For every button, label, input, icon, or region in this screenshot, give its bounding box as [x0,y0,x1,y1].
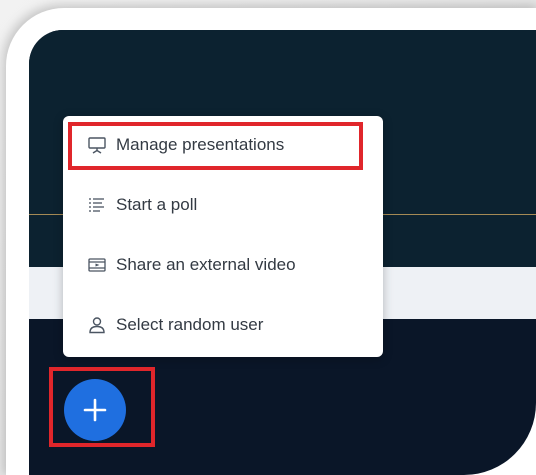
menu-item-label: Start a poll [116,195,198,214]
plus-icon [83,398,107,422]
actions-menu: Manage presentations Start a poll Share … [63,116,383,357]
menu-item-label: Select random user [116,315,264,334]
menu-item-select-random-user[interactable]: Select random user [63,296,383,354]
external-video-icon [86,254,108,276]
frame-corner [426,365,536,475]
user-icon [86,314,108,336]
menu-item-label: Manage presentations [116,135,285,154]
presentation-icon [86,134,108,156]
actions-plus-button[interactable] [64,379,126,441]
screenshot-canvas: Manage presentations Start a poll Share … [0,0,536,475]
menu-item-share-external-video[interactable]: Share an external video [63,236,383,294]
menu-item-label: Share an external video [116,255,296,274]
menu-item-start-poll[interactable]: Start a poll [63,176,383,234]
poll-list-icon [86,194,108,216]
menu-item-manage-presentations[interactable]: Manage presentations [63,116,383,174]
